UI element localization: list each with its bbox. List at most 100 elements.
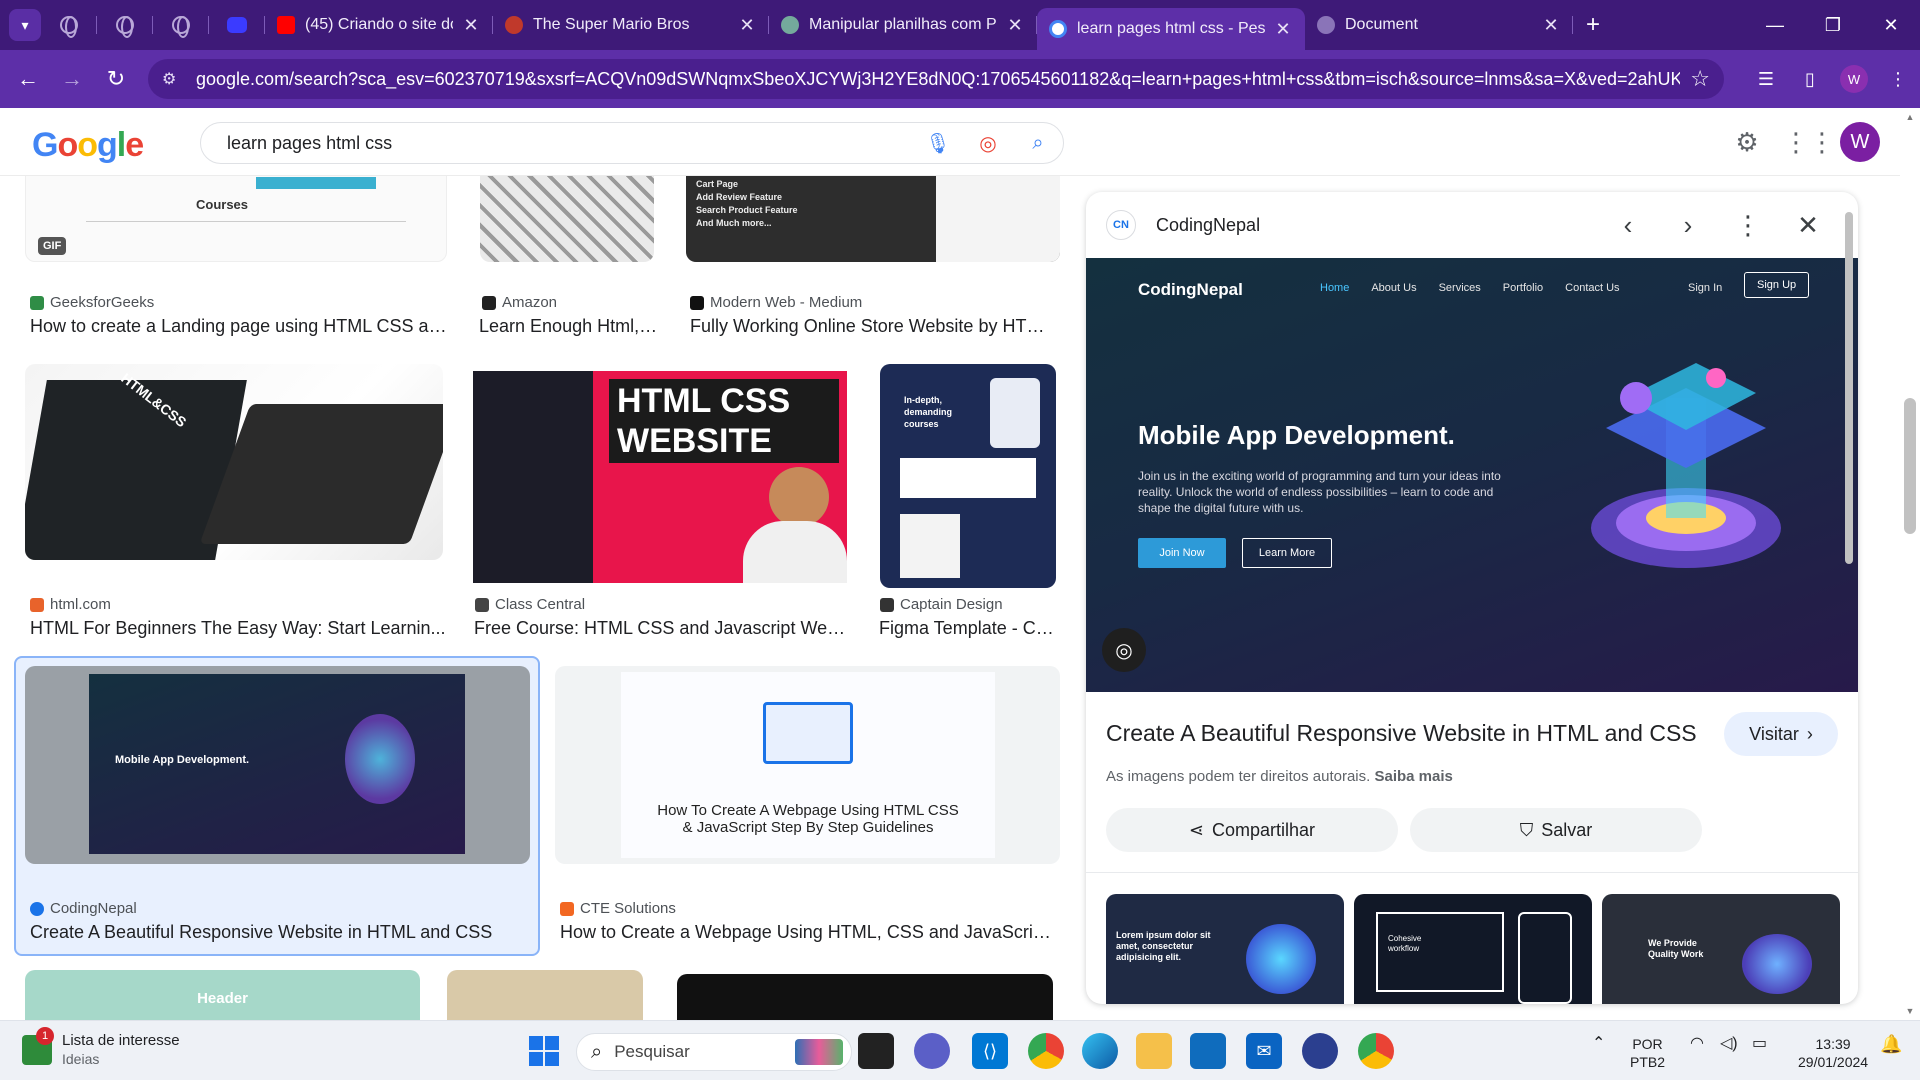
tab-spreadsheets[interactable]: Manipular planilhas com Pa ✕ <box>769 0 1037 50</box>
panel-scrollbar-thumb[interactable] <box>1845 212 1853 564</box>
battery-icon[interactable]: ▭ <box>1752 1035 1767 1053</box>
mail-icon[interactable]: ✉ <box>1246 1033 1282 1069</box>
previous-chevron-icon[interactable]: ‹ <box>1598 210 1658 241</box>
share-button[interactable]: ⋖ Compartilhar <box>1106 808 1398 852</box>
panel-scrollbar[interactable] <box>1842 200 1856 996</box>
search-box[interactable]: learn pages html css 🎙 ◎ ⌕ <box>200 122 1064 164</box>
result-caption[interactable]: Free Course: HTML CSS and Javascript Web… <box>474 618 846 639</box>
close-icon[interactable]: ✕ <box>461 15 481 36</box>
site-settings-icon[interactable]: ⚙ <box>162 69 184 89</box>
result-source[interactable]: html.com <box>30 596 111 613</box>
result-caption[interactable]: Create A Beautiful Responsive Website in… <box>30 922 530 943</box>
close-icon[interactable]: ✕ <box>737 15 757 36</box>
minimize-button[interactable]: — <box>1746 15 1804 36</box>
volume-icon[interactable]: ◁) <box>1720 1035 1738 1053</box>
notification-bell-icon[interactable]: 🔔 <box>1880 1035 1902 1053</box>
taskbar-search[interactable]: ⌕ Pesquisar <box>576 1033 852 1071</box>
tab-google-search[interactable]: learn pages html css - Pesqu ✕ <box>1037 8 1305 50</box>
close-window-button[interactable]: ✕ <box>1862 15 1920 36</box>
page-scrollbar[interactable]: ▲ ▼ <box>1900 108 1920 1020</box>
show-hidden-icons-chevron-icon[interactable]: ⌃ <box>1592 1035 1605 1053</box>
close-panel-icon[interactable]: ✕ <box>1778 210 1838 241</box>
result-thumbnail-captaindesign[interactable]: In-depth, demanding courses <box>880 364 1056 588</box>
pinned-tab-3[interactable] <box>153 0 209 50</box>
microphone-icon[interactable]: 🎙 <box>913 131 963 156</box>
new-tab-button[interactable]: + <box>1573 11 1613 39</box>
vscode-icon[interactable]: ⟨⟩ <box>972 1033 1008 1069</box>
tab-search-button[interactable]: ▾ <box>9 9 41 41</box>
forward-button[interactable]: → <box>50 66 94 92</box>
result-caption[interactable]: Learn Enough Html, ... <box>479 316 659 337</box>
media-controls-icon[interactable]: ☰ <box>1744 69 1788 90</box>
result-source[interactable]: CodingNepal <box>30 900 137 917</box>
more-menu-icon[interactable]: ⋮ <box>1876 69 1920 90</box>
next-chevron-icon[interactable]: › <box>1658 210 1718 241</box>
tab-mario[interactable]: The Super Mario Bros ✕ <box>493 0 769 50</box>
preview-image[interactable]: CodingNepal Home About Us Services Portf… <box>1086 258 1858 692</box>
close-icon[interactable]: ✕ <box>1541 15 1561 36</box>
result-thumbnail-htmlcom[interactable]: HTML&CSS <box>25 364 443 560</box>
url-text[interactable]: google.com/search?sca_esv=602370719&sxsr… <box>196 69 1680 90</box>
search-input[interactable]: learn pages html css <box>227 133 913 154</box>
bookmark-star-icon[interactable]: ☆ <box>1690 66 1710 92</box>
start-button[interactable] <box>526 1033 562 1069</box>
search-icon[interactable]: ⌕ <box>1013 132 1063 155</box>
tab-youtube[interactable]: (45) Criando o site do filme ✕ <box>265 0 493 50</box>
keyboard-language[interactable]: POR PTB2 <box>1630 1035 1665 1071</box>
result-caption[interactable]: How to Create a Webpage Using HTML, CSS … <box>560 922 1056 943</box>
account-avatar[interactable]: W <box>1840 122 1880 162</box>
wifi-icon[interactable]: ◠ <box>1690 1035 1704 1053</box>
result-caption[interactable]: Figma Template - Co... <box>879 618 1059 639</box>
scroll-up-arrow-icon[interactable]: ▲ <box>1900 112 1920 122</box>
panel-site-name[interactable]: CodingNepal <box>1156 215 1598 236</box>
result-thumbnail-amazon[interactable] <box>480 176 654 262</box>
chrome-icon[interactable] <box>1028 1033 1064 1069</box>
result-thumbnail-medium[interactable]: Cart Page Add Review Feature Search Prod… <box>686 176 1060 262</box>
chrome-profile-icon[interactable] <box>1358 1033 1394 1069</box>
side-panel-icon[interactable]: ▯ <box>1788 69 1832 90</box>
result-source[interactable]: GeeksforGeeks <box>30 294 154 311</box>
result-source[interactable]: Captain Design <box>880 596 1003 613</box>
learn-more-link[interactable]: Saiba mais <box>1374 768 1452 785</box>
google-logo[interactable]: Google <box>32 126 144 165</box>
result-thumbnail-classcentral[interactable]: HTML CSS WEBSITE <box>473 371 847 583</box>
widgets-button[interactable]: 1 Lista de interesse Ideias <box>22 1027 180 1069</box>
save-button[interactable]: ⛉ Salvar <box>1410 808 1702 852</box>
close-icon[interactable]: ✕ <box>1273 19 1293 40</box>
edge-icon[interactable] <box>1082 1033 1118 1069</box>
file-explorer-icon[interactable] <box>1136 1033 1172 1069</box>
restore-button[interactable]: ❐ <box>1804 15 1862 36</box>
result-source[interactable]: Amazon <box>482 294 557 311</box>
task-view-icon[interactable] <box>858 1033 894 1069</box>
address-bar[interactable]: ⚙ google.com/search?sca_esv=602370719&sx… <box>148 59 1724 99</box>
back-button[interactable]: ← <box>6 66 50 92</box>
result-caption[interactable]: Fully Working Online Store Website by HT… <box>690 316 1058 337</box>
result-thumbnail-dark-site[interactable] <box>677 974 1053 1020</box>
result-thumbnail-ctesolutions[interactable]: How To Create A Webpage Using HTML CSS &… <box>555 666 1060 864</box>
tab-document[interactable]: Document ✕ <box>1305 0 1573 50</box>
close-icon[interactable]: ✕ <box>1005 15 1025 36</box>
result-thumbnail-header-layout[interactable]: Header <box>25 970 420 1020</box>
clock[interactable]: 13:39 29/01/2024 <box>1798 1035 1868 1071</box>
result-thumbnail-geeksforgeeks[interactable]: Courses GIF <box>25 176 447 262</box>
result-thumbnail-photo[interactable] <box>447 970 643 1020</box>
copilot-robot-icon[interactable] <box>1302 1033 1338 1069</box>
more-options-icon[interactable]: ⋮ <box>1718 210 1778 241</box>
profile-avatar[interactable]: W <box>1840 65 1868 93</box>
pinned-tab-2[interactable] <box>97 0 153 50</box>
page-scrollbar-thumb[interactable] <box>1904 398 1916 534</box>
result-caption[interactable]: How to create a Landing page using HTML … <box>30 316 450 337</box>
panel-title[interactable]: Create A Beautiful Responsive Website in… <box>1106 720 1697 747</box>
google-lens-icon[interactable]: ◎ <box>963 131 1013 156</box>
related-image-2[interactable]: Cohesive workflow <box>1354 894 1592 1004</box>
teams-chat-icon[interactable] <box>914 1033 950 1069</box>
result-source[interactable]: CTE Solutions <box>560 900 676 917</box>
result-caption[interactable]: HTML For Beginners The Easy Way: Start L… <box>30 618 450 639</box>
pinned-tab-1[interactable] <box>41 0 97 50</box>
scroll-down-arrow-icon[interactable]: ▼ <box>1900 1006 1920 1016</box>
visit-button[interactable]: Visitar › <box>1724 712 1838 756</box>
google-lens-button[interactable]: ◎ <box>1102 628 1146 672</box>
settings-gear-icon[interactable]: ⚙ <box>1716 127 1778 158</box>
result-source[interactable]: Class Central <box>475 596 585 613</box>
microsoft-store-icon[interactable] <box>1190 1033 1226 1069</box>
